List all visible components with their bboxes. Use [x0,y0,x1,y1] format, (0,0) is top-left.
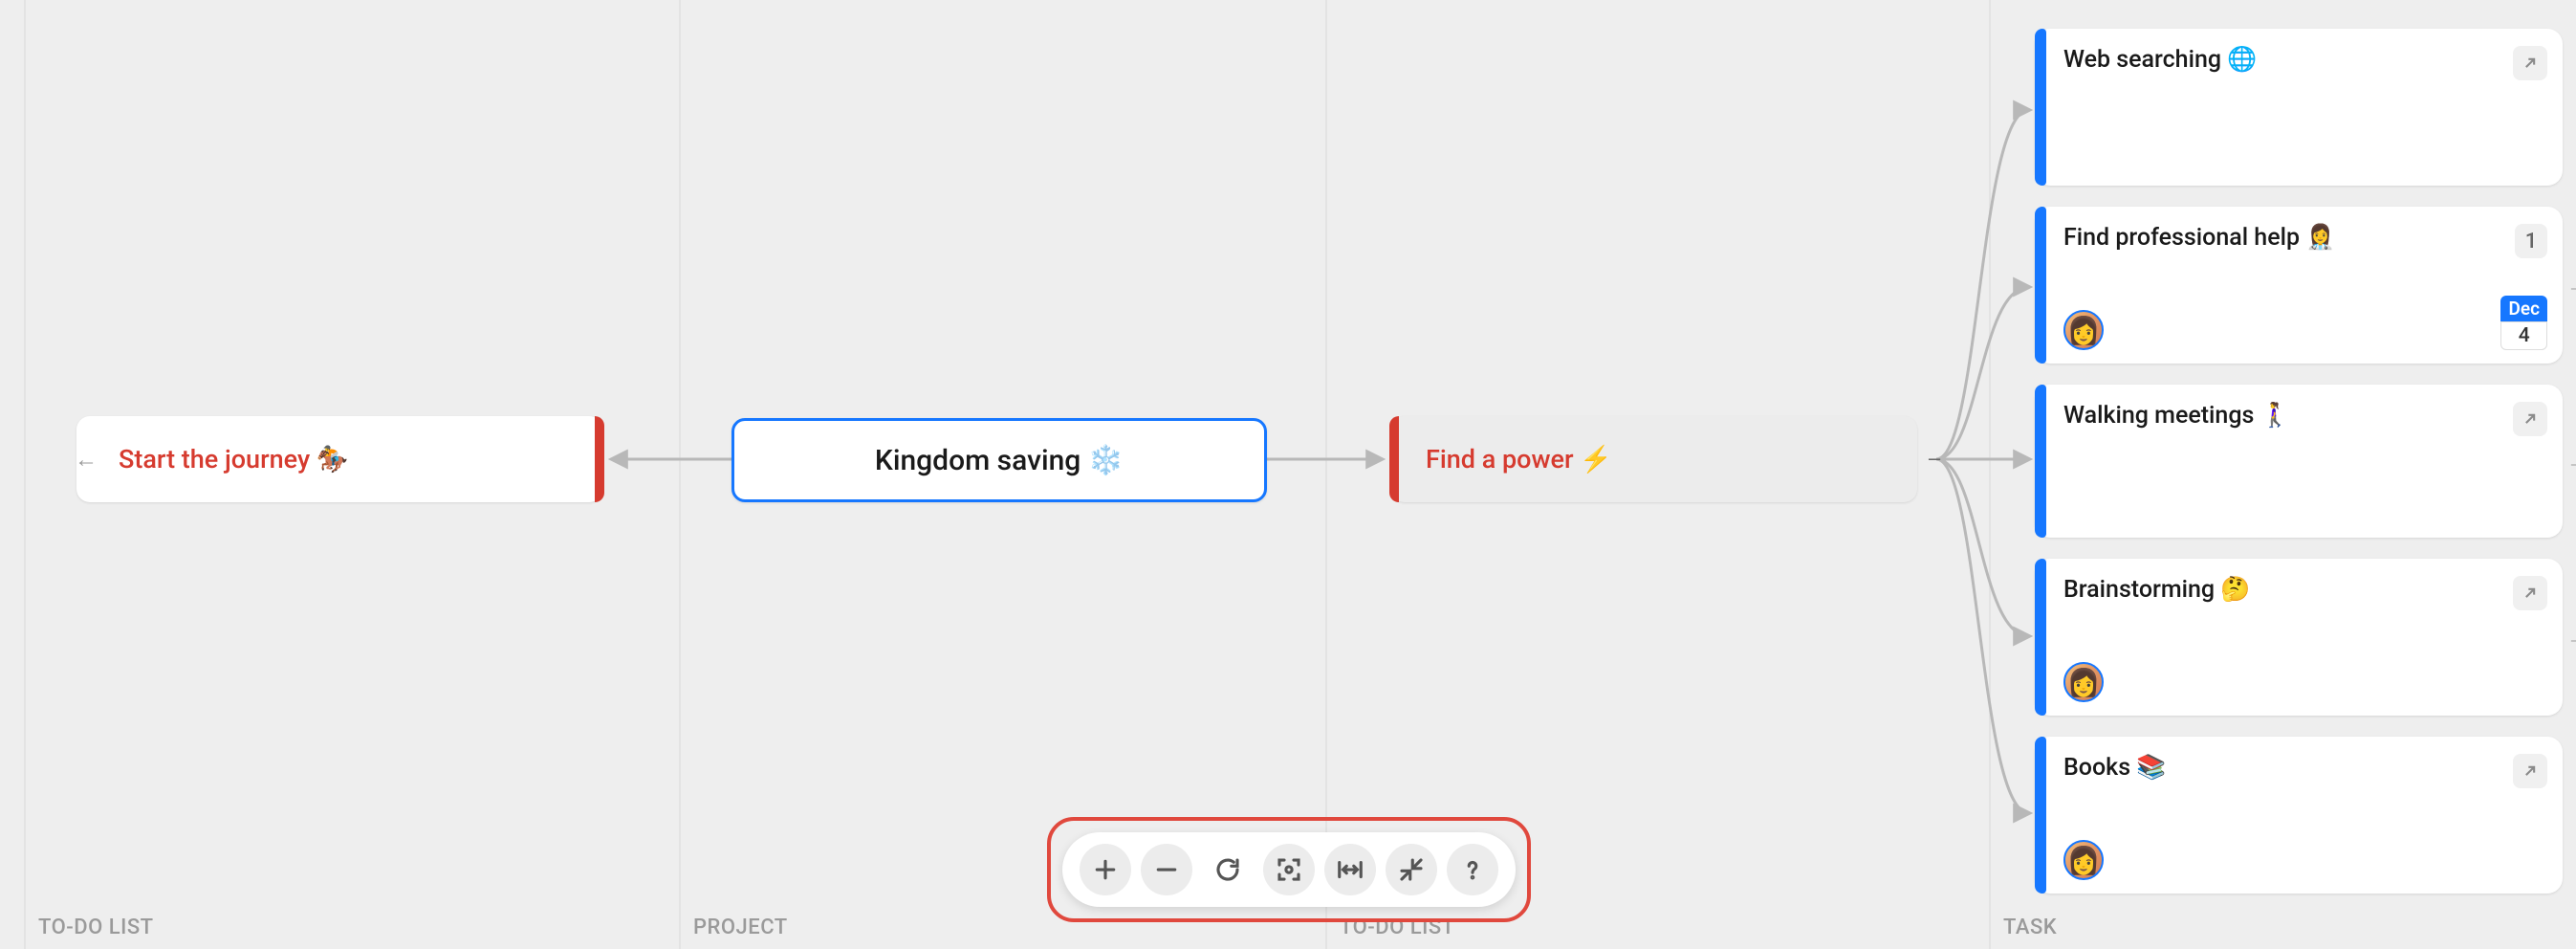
avatar[interactable]: 👩 [2063,840,2104,880]
due-date-badge: Dec 4 [2500,296,2547,350]
arrow-right-icon[interactable]: → [2565,272,2576,298]
node-kingdom-saving[interactable]: Kingdom saving ❄️ [731,418,1267,502]
task-card-books[interactable]: Books 📚 👩 [2035,737,2563,894]
task-title: Walking meetings 🚶‍♀️ [2063,402,2290,430]
collapse-toggle[interactable]: − [1922,448,1947,473]
task-title: Find professional help 👩‍⚕️ [2063,224,2335,252]
task-card-brainstorming[interactable]: Brainstorming 🤔 👩 → [2035,559,2563,716]
column-label-project: PROJECT [693,916,788,939]
task-card-professional-help[interactable]: Find professional help 👩‍⚕️ 1 👩 Dec 4 → [2035,207,2563,364]
task-accent-bar [2035,737,2046,894]
reset-view-button[interactable] [1202,844,1254,895]
task-accent-bar [2035,29,2046,186]
node-title: Kingdom saving ❄️ [846,444,1152,477]
help-button[interactable] [1447,844,1498,895]
expand-icon[interactable] [2513,46,2547,80]
column-divider [1989,0,1991,949]
fit-width-button[interactable] [1324,844,1376,895]
expand-icon[interactable] [2513,402,2547,436]
due-day: 4 [2500,321,2547,350]
task-accent-bar [2035,559,2046,716]
node-title: Start the journey 🏇 [76,444,378,474]
arrow-right-icon[interactable]: → [2565,624,2576,651]
arrow-right-icon[interactable]: → [2565,448,2576,474]
task-accent-bar [2035,385,2046,538]
task-accent-bar [2035,207,2046,364]
zoom-in-button[interactable] [1080,844,1131,895]
arrow-left-icon: ← [73,446,99,473]
center-focus-button[interactable] [1263,844,1315,895]
column-label-todo-left: TO-DO LIST [38,916,154,939]
task-card-walking-meetings[interactable]: Walking meetings 🚶‍♀️ → [2035,385,2563,538]
column-divider [679,0,681,949]
accent-bar [1389,416,1399,502]
column-divider [24,0,26,949]
zoom-out-button[interactable] [1141,844,1192,895]
avatar[interactable]: 👩 [2063,310,2104,350]
node-find-power[interactable]: Find a power ⚡ [1391,416,1917,502]
accent-bar [595,416,604,502]
task-card-web-searching[interactable]: Web searching 🌐 [2035,29,2563,186]
task-title: Brainstorming 🤔 [2063,576,2250,604]
view-toolbar [1062,832,1516,907]
node-title: Find a power ⚡ [1391,444,1641,474]
node-start-journey[interactable]: ← Start the journey 🏇 [76,416,602,502]
column-divider [1325,0,1327,949]
collapse-all-button[interactable] [1386,844,1437,895]
avatar[interactable]: 👩 [2063,662,2104,702]
expand-icon[interactable] [2513,754,2547,788]
due-month: Dec [2500,296,2547,321]
column-label-task: TASK [2003,916,2057,939]
task-title: Books 📚 [2063,754,2166,782]
task-title: Web searching 🌐 [2063,46,2257,74]
subtask-count-badge: 1 [2515,224,2547,258]
expand-icon[interactable] [2513,576,2547,610]
toolbar-highlight-frame [1047,817,1531,922]
